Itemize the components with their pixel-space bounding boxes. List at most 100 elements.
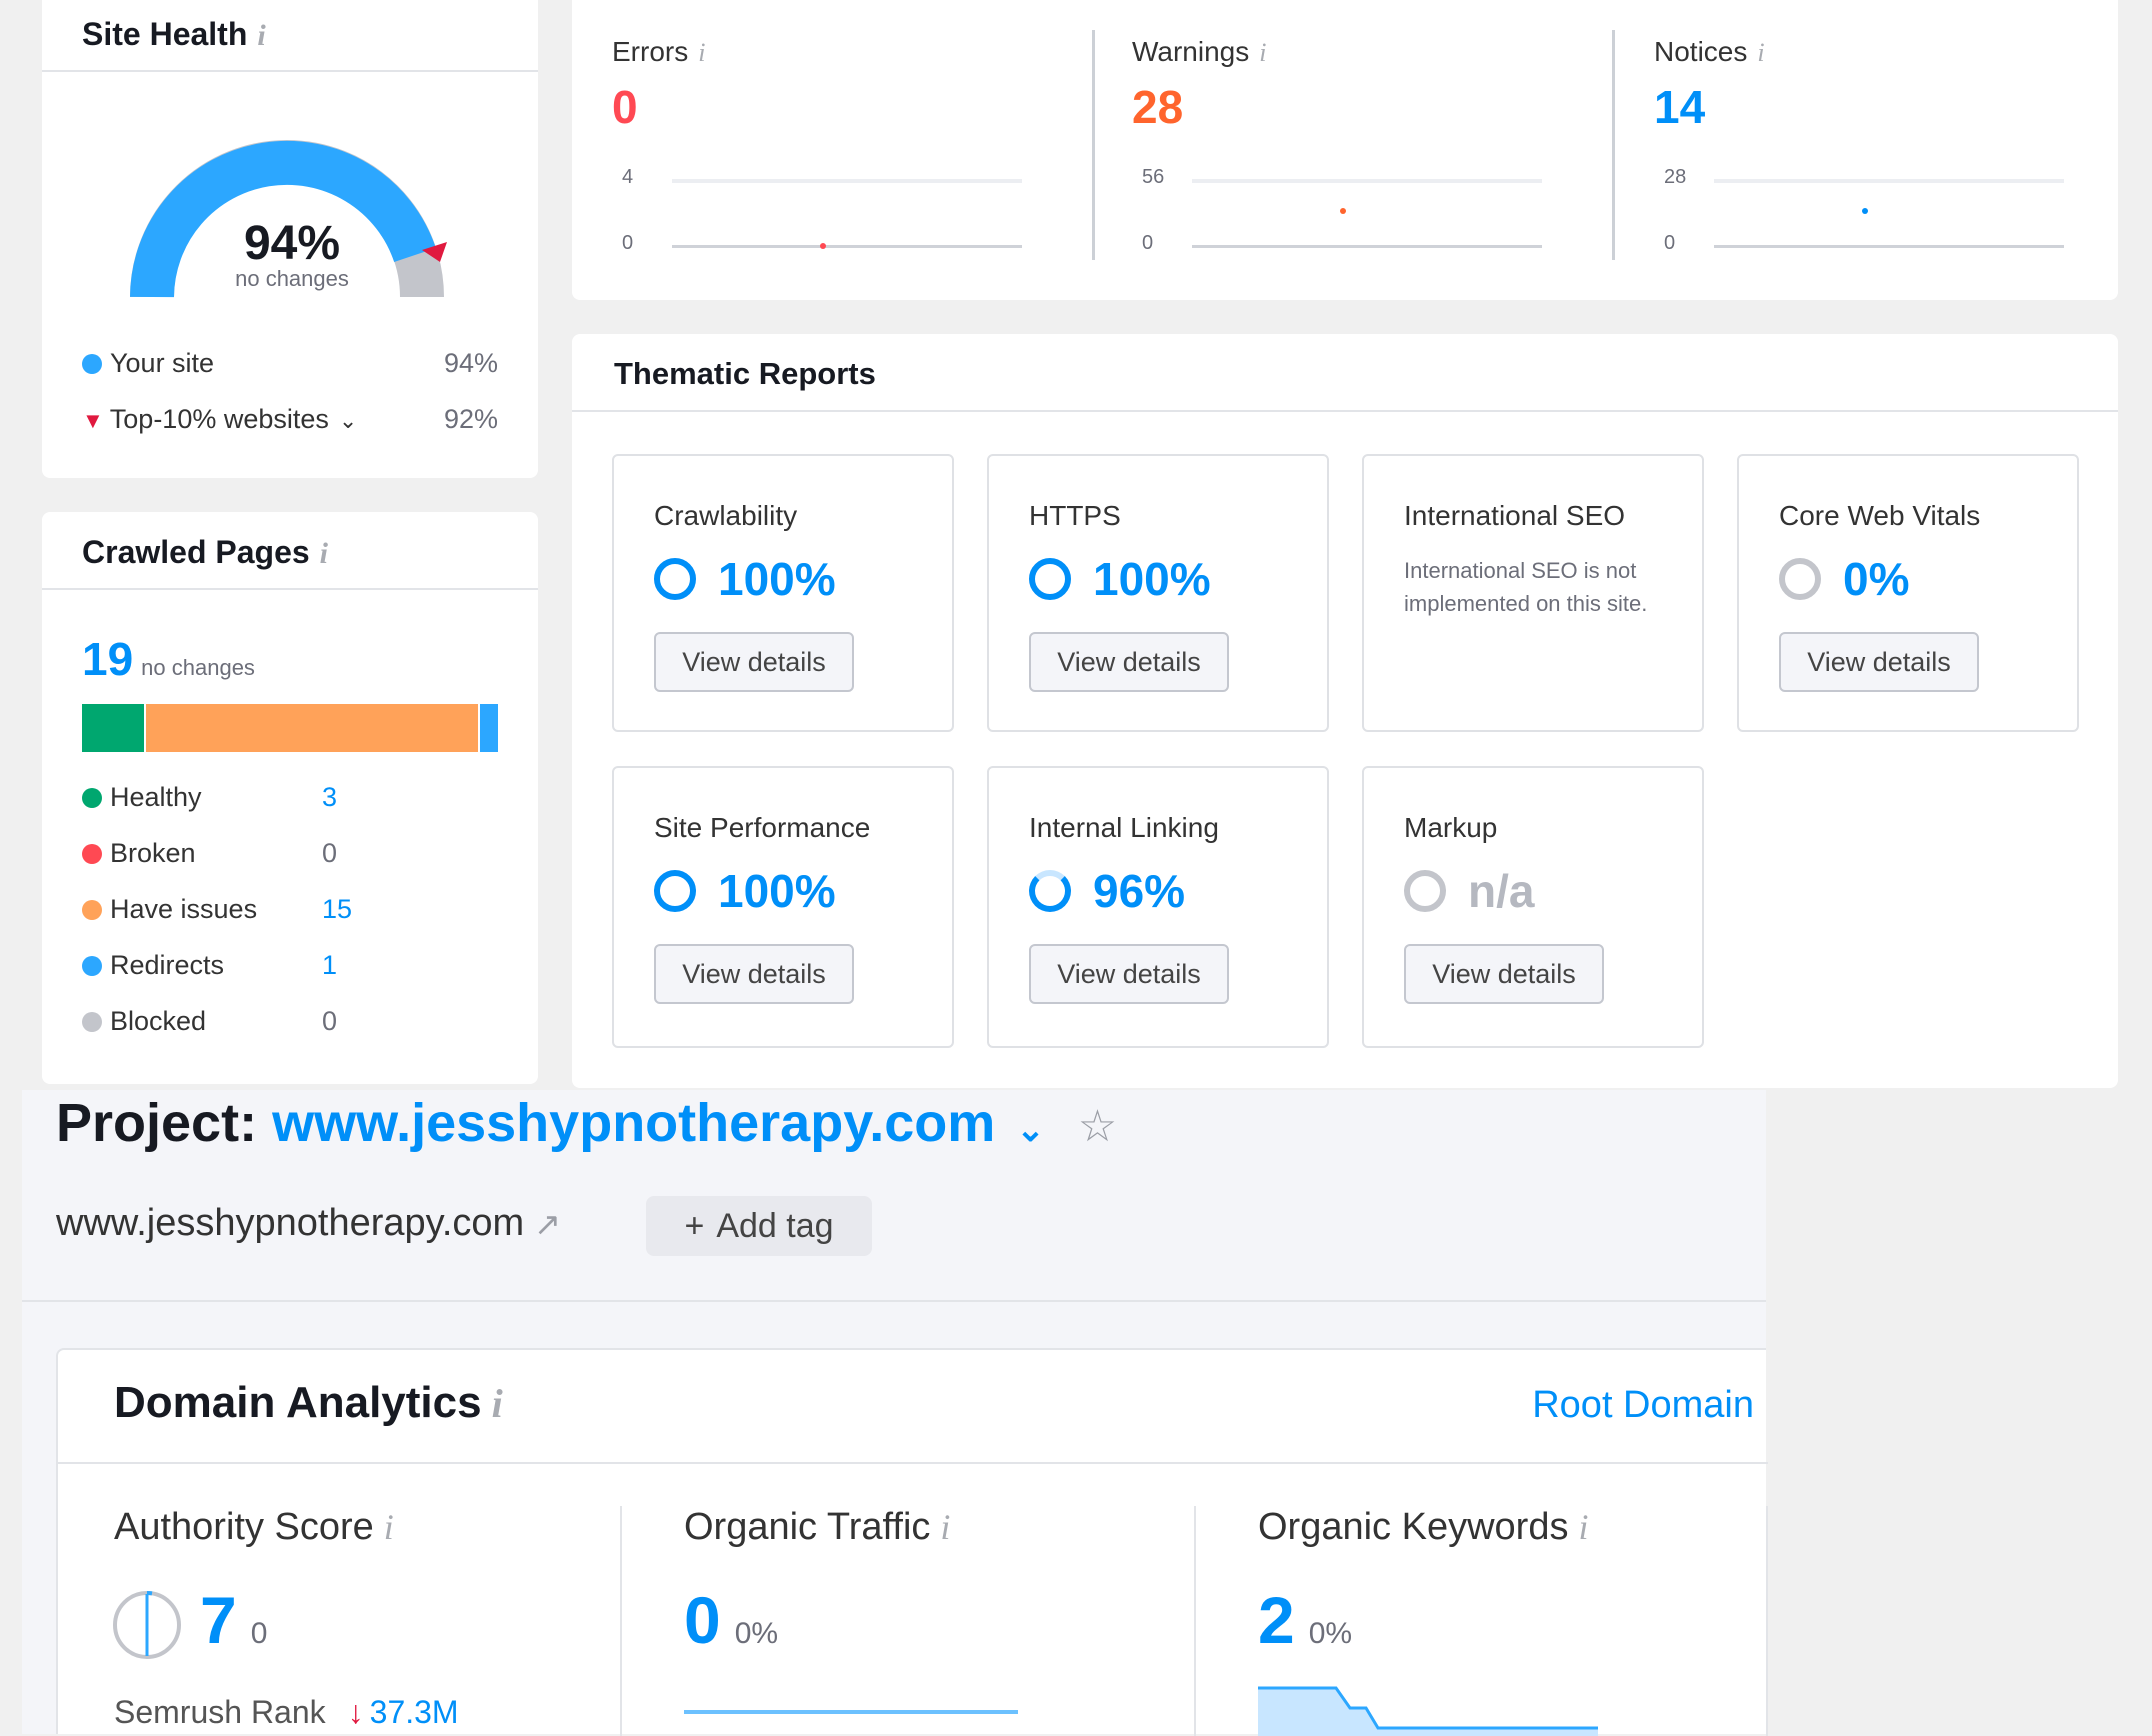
thematic-reports-title: Thematic Reports	[614, 356, 876, 391]
status-dot-icon	[82, 1012, 102, 1032]
report-name: HTTPS	[1029, 500, 1121, 531]
errors-label: Errors i	[612, 36, 706, 67]
errors-baseline	[672, 245, 1022, 248]
chevron-down-icon[interactable]: ⌄	[1016, 1111, 1045, 1149]
info-icon[interactable]: i	[320, 537, 328, 570]
view-details-button[interactable]: View details	[1404, 944, 1604, 1004]
notices-trend-point[interactable]	[1862, 208, 1868, 214]
report-name: Crawlability	[654, 500, 798, 531]
legend-have-issues: Have issues	[82, 894, 257, 925]
chevron-down-icon: ⌄	[338, 408, 358, 433]
semrush-rank: Semrush Rank ↓ 37.3M	[114, 1694, 459, 1730]
status-dot-icon	[82, 900, 102, 920]
report-name: Site Performance	[654, 812, 871, 843]
info-icon[interactable]: i	[257, 19, 265, 52]
view-details-button[interactable]: View details	[1779, 632, 1979, 692]
bar-segment-healthy[interactable]	[82, 704, 144, 752]
errors-axis-max: 4	[622, 166, 634, 188]
report-card-https[interactable]: HTTPS 100% View details	[987, 454, 1329, 732]
report-card-markup[interactable]: Markup n/a View details	[1362, 766, 1704, 1048]
warnings-trend-point[interactable]	[1340, 208, 1346, 214]
warnings-gridline	[1192, 179, 1542, 183]
legend-count: 0	[322, 1006, 338, 1036]
bar-segment-redirects[interactable]	[478, 704, 498, 752]
score-ring-icon	[654, 870, 696, 912]
report-card-international-seo[interactable]: International SEO International SEO is no…	[1362, 454, 1704, 732]
legend-healthy: Healthy	[82, 782, 202, 813]
status-dot-icon	[82, 956, 102, 976]
domain-analytics-card: Domain Analytics i Root Domain Authority …	[56, 1348, 1768, 1736]
view-details-button[interactable]: View details	[654, 944, 854, 1004]
report-card-internal-linking[interactable]: Internal Linking 96% View details	[987, 766, 1329, 1048]
site-health-title: Site Health i	[82, 16, 266, 52]
report-score: 0%	[1779, 552, 1909, 606]
status-dot-icon	[82, 844, 102, 864]
organic-traffic-sparkline	[684, 1710, 1018, 1714]
errors-count[interactable]: 0	[612, 80, 638, 134]
errors-trend-point[interactable]	[820, 243, 826, 249]
triangle-down-icon: ▼	[82, 408, 104, 433]
warnings-axis-min: 0	[1142, 232, 1154, 254]
star-icon[interactable]: ☆	[1078, 1102, 1117, 1151]
warnings-baseline	[1192, 245, 1542, 248]
report-score: 96%	[1029, 864, 1185, 918]
your-site-dot-icon	[82, 354, 102, 374]
report-name: Core Web Vitals	[1779, 500, 1981, 531]
legend-count[interactable]: 3	[322, 782, 337, 813]
view-details-button[interactable]: View details	[1029, 632, 1229, 692]
info-icon[interactable]: i	[384, 1507, 394, 1547]
your-site-value: 94%	[443, 348, 498, 378]
notices-axis-max: 28	[1664, 166, 1687, 188]
report-score: 100%	[1029, 552, 1211, 606]
top10-dropdown[interactable]: ▼ Top-10% websites ⌄	[82, 404, 357, 435]
report-name: Internal Linking	[1029, 812, 1219, 843]
crawled-pages-bar	[82, 704, 498, 752]
legend-count[interactable]: 1	[322, 950, 337, 981]
organic-keywords-sparkline	[1258, 1686, 1598, 1736]
warnings-count[interactable]: 28	[1132, 80, 1183, 134]
organic-traffic-label: Organic Traffic i	[684, 1506, 951, 1548]
view-details-button[interactable]: View details	[1029, 944, 1229, 1004]
notices-count[interactable]: 14	[1654, 80, 1705, 134]
arrow-down-icon: ↓	[347, 1694, 364, 1730]
report-score: n/a	[1404, 864, 1534, 918]
info-icon[interactable]: i	[698, 38, 705, 67]
notices-axis-min: 0	[1664, 232, 1676, 254]
legend-count: 0	[322, 838, 338, 868]
project-domain-dropdown[interactable]: www.jesshypnotherapy.com	[272, 1093, 995, 1153]
organic-keywords-label: Organic Keywords i	[1258, 1506, 1589, 1548]
info-icon[interactable]: i	[492, 1381, 503, 1426]
info-icon[interactable]: i	[940, 1507, 950, 1547]
site-health-change: no changes	[235, 266, 349, 291]
notices-label: Notices i	[1654, 36, 1765, 67]
info-icon[interactable]: i	[1259, 38, 1266, 67]
legend-count[interactable]: 15	[322, 894, 352, 925]
report-card-site-performance[interactable]: Site Performance 100% View details	[612, 766, 954, 1048]
authority-score-value[interactable]: 70	[200, 1582, 267, 1658]
warnings-axis-max: 56	[1142, 166, 1165, 188]
crawled-pages-count[interactable]: 19 no changes	[82, 632, 255, 686]
project-url-link[interactable]: www.jesshypnotherapy.com ↗	[56, 1202, 561, 1245]
info-icon[interactable]: i	[1757, 38, 1764, 67]
root-domain-link[interactable]: Root Domain	[1532, 1384, 1754, 1427]
report-card-crawlability[interactable]: Crawlability 100% View details	[612, 454, 954, 732]
plus-icon: +	[684, 1207, 705, 1245]
view-details-button[interactable]: View details	[654, 632, 854, 692]
your-site-legend: Your site	[82, 348, 214, 379]
authority-score-ring-icon	[113, 1591, 181, 1659]
bar-segment-issues[interactable]	[143, 704, 479, 752]
report-note: International SEO is not implemented on …	[1404, 558, 1648, 616]
report-score: 100%	[654, 864, 836, 918]
errors-gridline	[672, 179, 1022, 183]
legend-redirects: Redirects	[82, 950, 224, 981]
notices-baseline	[1714, 245, 2064, 248]
report-card-core-web-vitals[interactable]: Core Web Vitals 0% View details	[1737, 454, 2079, 732]
organic-traffic-value[interactable]: 0 0%	[684, 1582, 778, 1658]
organic-keywords-value[interactable]: 2 0%	[1258, 1582, 1352, 1658]
semrush-rank-value[interactable]: 37.3M	[370, 1694, 459, 1730]
project-title: Project: www.jesshypnotherapy.com ⌄ ☆	[56, 1093, 1118, 1153]
site-health-percent: 94%	[243, 217, 341, 270]
info-icon[interactable]: i	[1578, 1507, 1588, 1547]
add-tag-button[interactable]: + Add tag	[646, 1196, 872, 1256]
score-ring-icon	[1029, 870, 1071, 912]
